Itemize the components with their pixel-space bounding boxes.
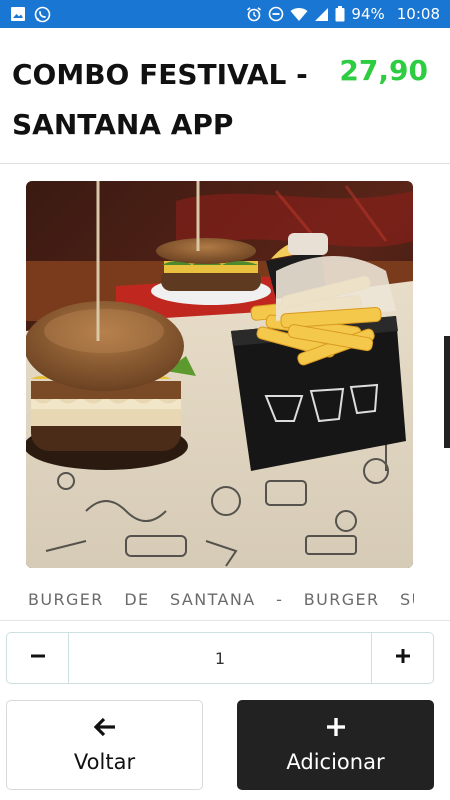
whatsapp-icon [34,6,51,23]
alarm-icon [246,6,262,22]
product-description: BURGER DE SANTANA - BURGER SUINO, [28,590,414,609]
quantity-value[interactable]: 1 [69,633,371,683]
wifi-icon [290,7,308,22]
add-to-cart-button[interactable]: Adicionar [237,700,434,790]
do-not-disturb-icon [268,6,284,22]
plus-icon [395,648,411,669]
gallery-icon [10,6,26,22]
back-button[interactable]: Voltar [6,700,203,790]
product-title: COMBO FESTIVAL - SANTANA APP [12,58,308,141]
back-button-label: Voltar [73,749,136,774]
decrement-button[interactable] [7,633,69,683]
minus-icon [30,648,46,669]
divider [0,620,450,621]
increment-button[interactable] [371,633,433,683]
arrow-left-icon [93,717,116,742]
quantity-stepper: 1 [6,632,434,684]
add-button-label: Adicionar [286,749,385,774]
product-image [26,181,413,568]
clock: 10:08 [396,5,440,23]
cell-signal-icon [314,7,329,22]
product-price: 27,90 [339,54,428,87]
plus-icon [326,717,346,742]
status-bar: 94% 10:08 [0,0,450,28]
battery-icon [335,6,345,22]
scroll-edge [444,336,450,448]
battery-percentage: 94% [351,5,385,23]
product-header: COMBO FESTIVAL - SANTANA APP 27,90 [0,28,450,164]
